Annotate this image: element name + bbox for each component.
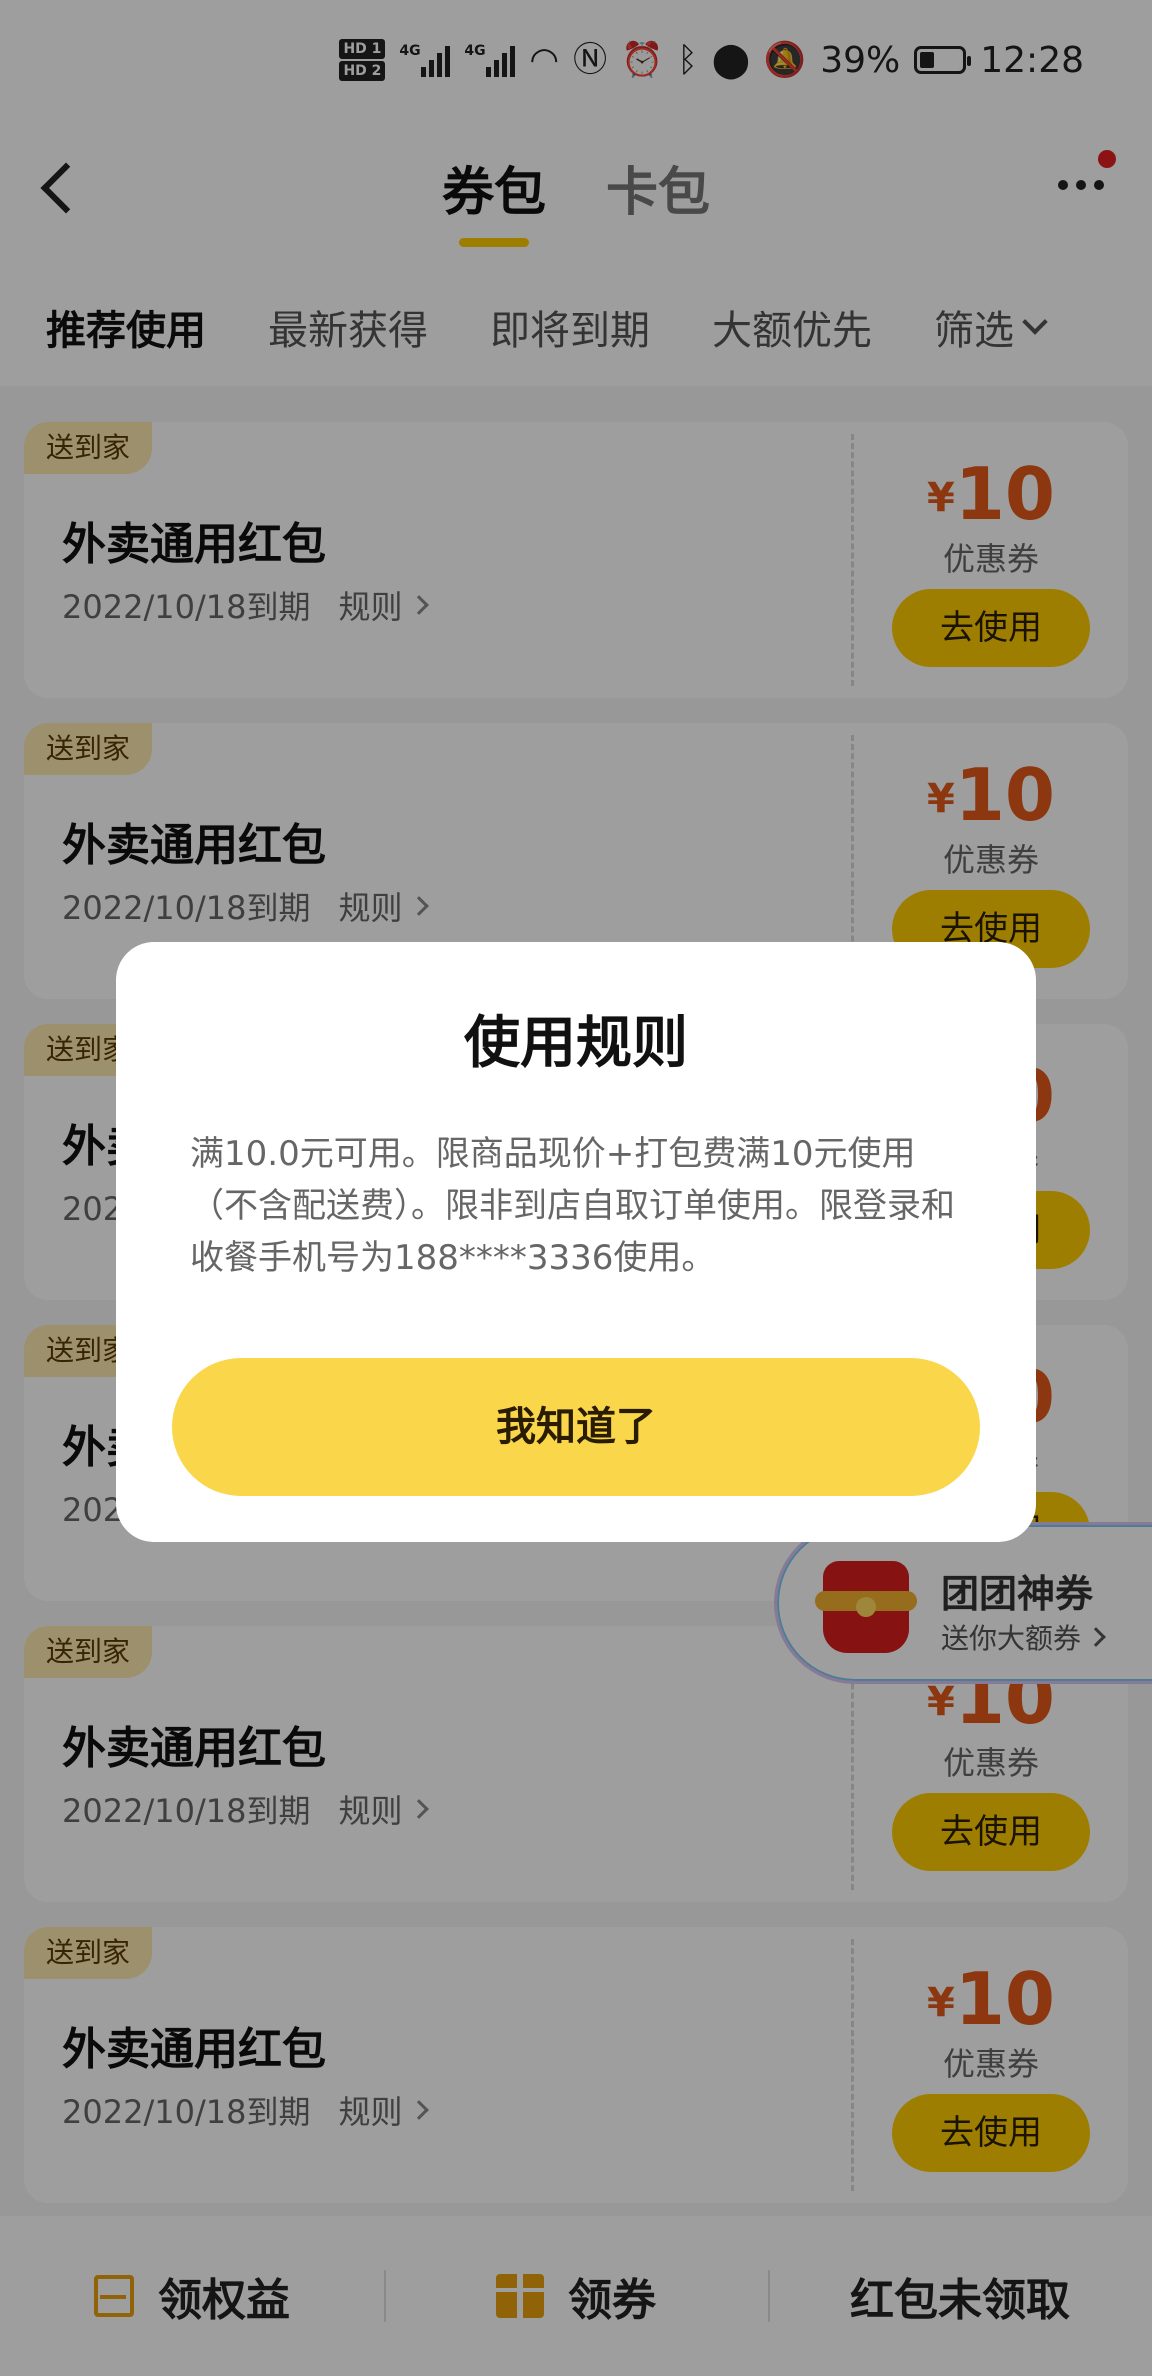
- got-it-button[interactable]: 我知道了: [172, 1358, 980, 1496]
- dialog-title: 使用规则: [464, 1011, 688, 1076]
- usage-rules-dialog: 使用规则 满10.0元可用。限商品现价+打包费满10元使用（不含配送费）。限非到…: [116, 942, 1036, 1542]
- dialog-body: 满10.0元可用。限商品现价+打包费满10元使用（不含配送费）。限非到店自取订单…: [190, 1134, 955, 1278]
